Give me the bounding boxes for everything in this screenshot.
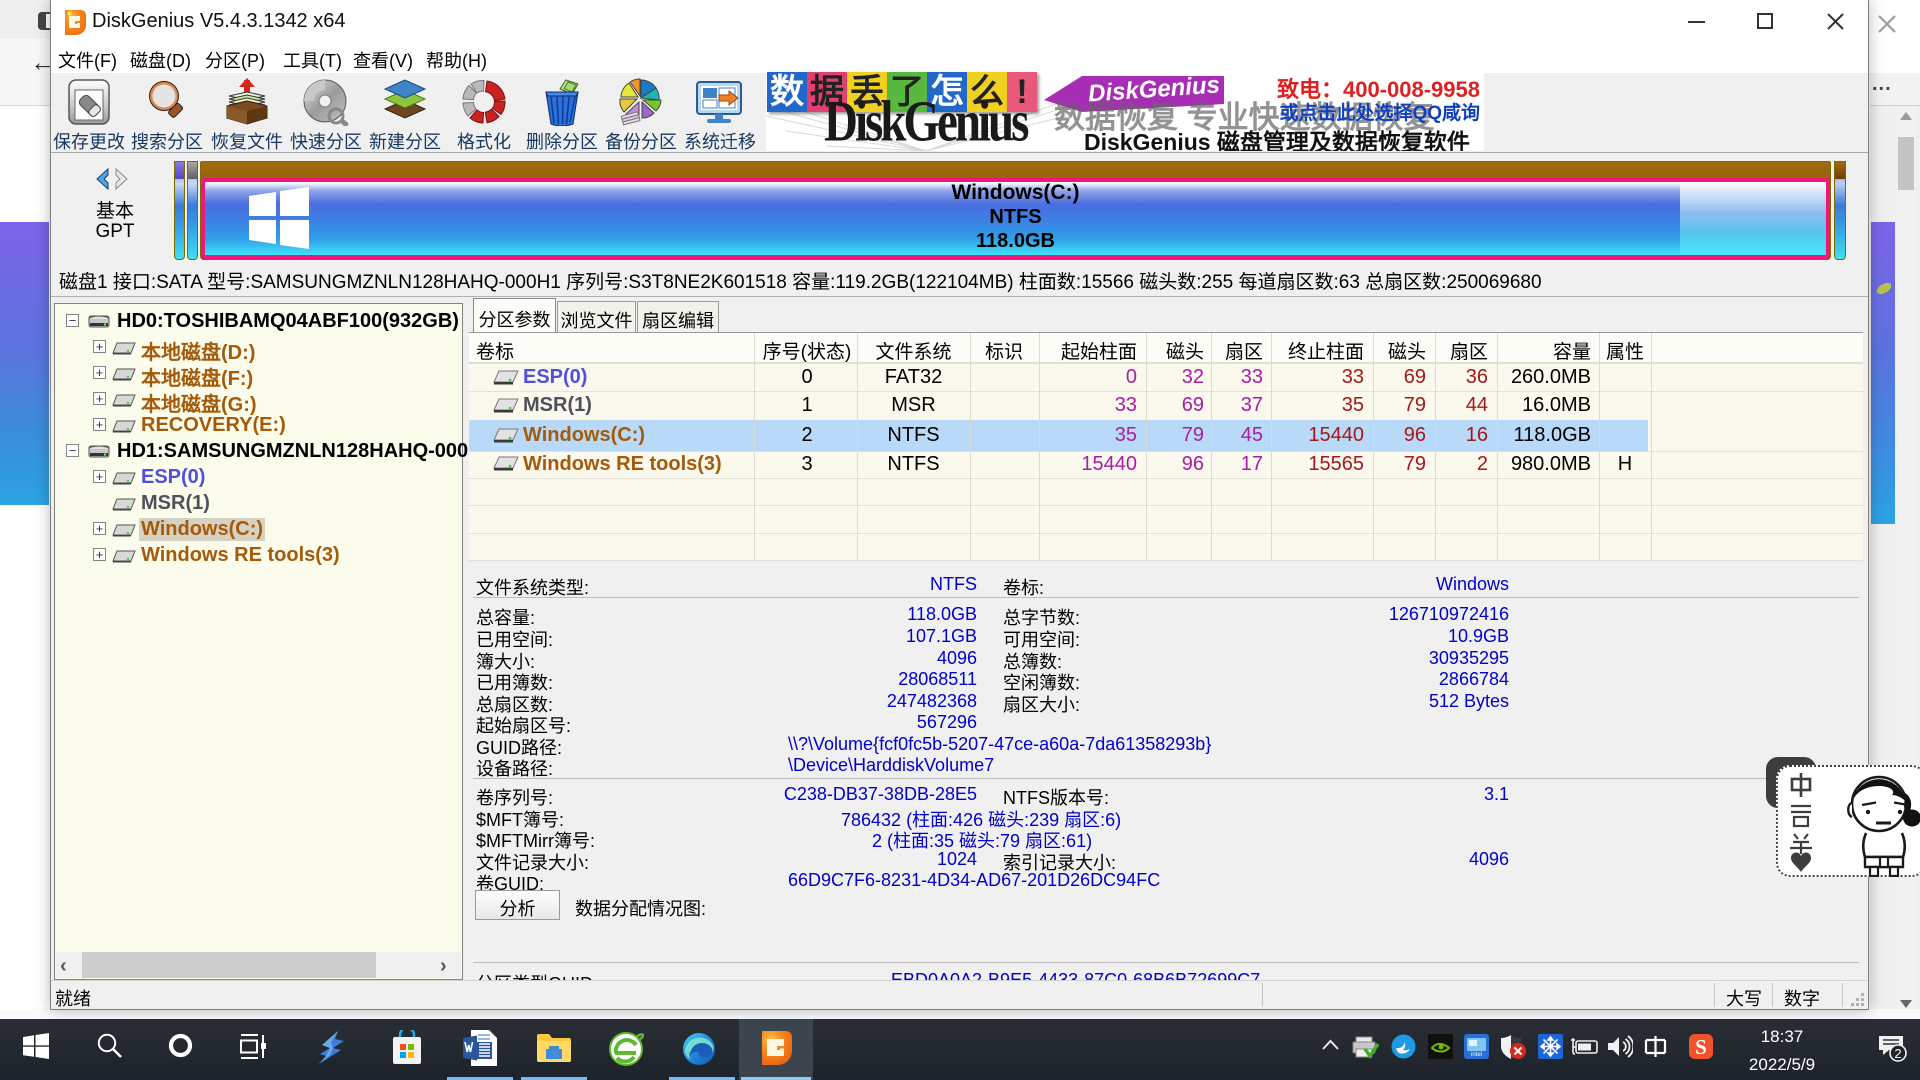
svg-text:S: S	[1695, 1035, 1707, 1059]
svg-text:intel: intel	[1471, 1052, 1482, 1058]
svg-text:2: 2	[1894, 1046, 1901, 1061]
